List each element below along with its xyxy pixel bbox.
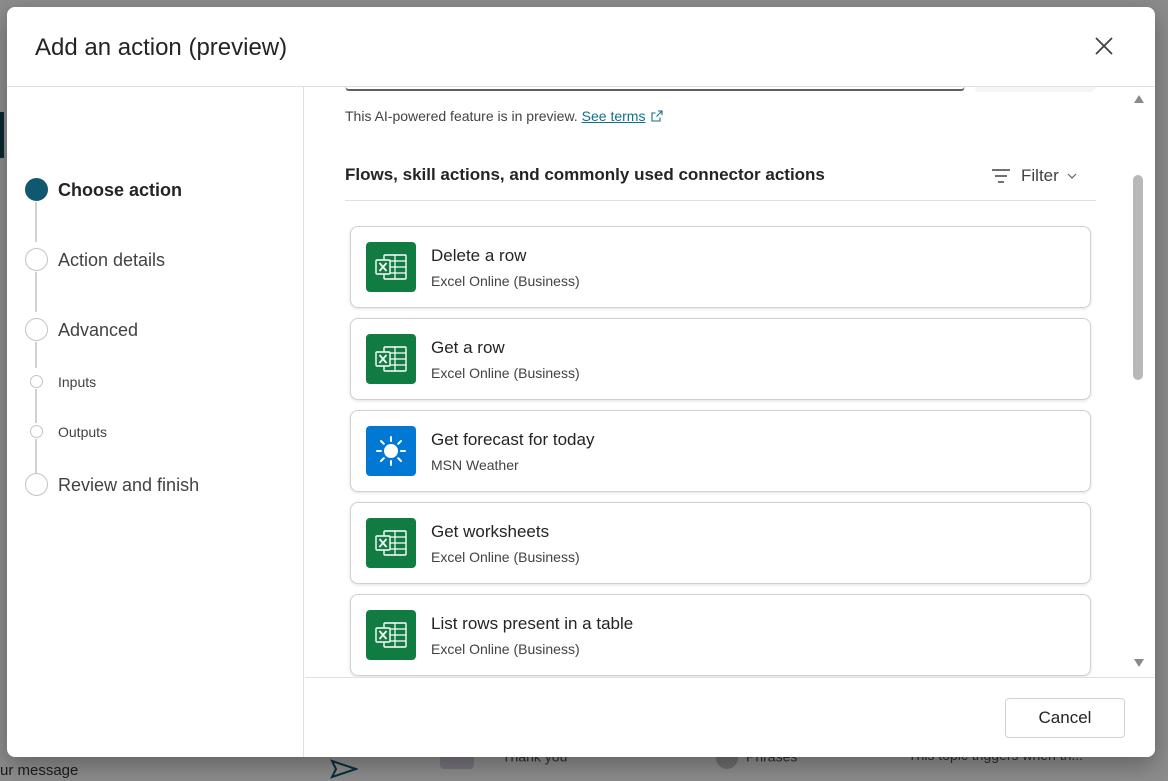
scrollbar[interactable] — [1130, 87, 1148, 672]
step-connector — [35, 439, 37, 475]
action-title: Get worksheets — [431, 522, 550, 541]
preview-note: This AI-powered feature is in preview. Se… — [345, 108, 664, 125]
step-connector — [35, 202, 37, 242]
action-connector: Excel Online (Business) — [431, 273, 580, 289]
action-title: Get a row — [431, 338, 505, 357]
excel-icon — [366, 242, 416, 292]
excel-icon — [366, 610, 416, 660]
scroll-thumb[interactable] — [1133, 175, 1143, 380]
weather-sun-icon — [366, 426, 416, 476]
step-connector — [35, 389, 37, 423]
action-connector: Excel Online (Business) — [431, 549, 580, 565]
see-terms-link[interactable]: See terms — [582, 108, 646, 124]
filter-button[interactable]: Filter — [991, 163, 1087, 189]
add-action-dialog: Add an action (preview) Choose action Ac… — [7, 7, 1155, 757]
step-indicator — [25, 318, 48, 341]
step-indicator — [25, 248, 48, 271]
section-title: Flows, skill actions, and commonly used … — [345, 165, 825, 184]
step-connector — [35, 342, 37, 368]
dialog-header: Add an action (preview) — [7, 7, 1155, 87]
step-connector — [35, 272, 37, 312]
action-connector: Excel Online (Business) — [431, 641, 580, 657]
step-indicator — [25, 473, 48, 496]
substep-outputs: Outputs — [58, 424, 108, 440]
substep-inputs: Inputs — [58, 374, 97, 390]
step-indicator-active — [25, 178, 48, 201]
dialog-footer: Cancel — [305, 677, 1155, 757]
step-action-details: Action details — [58, 250, 166, 270]
action-card[interactable]: Get forecast for today MSN Weather — [350, 410, 1091, 492]
action-title: List rows present in a table — [431, 614, 634, 633]
search-input[interactable] — [345, 87, 965, 91]
action-connector: Excel Online (Business) — [431, 365, 580, 381]
chevron-down-icon — [1067, 173, 1077, 179]
dialog-title: Add an action (preview) — [35, 34, 288, 61]
action-card[interactable]: Get worksheets Excel Online (Business) — [350, 502, 1091, 584]
action-connector: MSN Weather — [431, 457, 519, 473]
action-list-panel: This AI-powered feature is in preview. Se… — [305, 87, 1155, 677]
scroll-down-arrow-icon[interactable] — [1134, 659, 1144, 667]
close-button[interactable] — [1091, 33, 1117, 59]
cancel-button[interactable]: Cancel — [1005, 698, 1125, 738]
excel-icon — [366, 518, 416, 568]
step-advanced: Advanced — [58, 320, 139, 340]
substep-indicator — [30, 425, 43, 438]
step-review-finish: Review and finish — [58, 475, 200, 495]
action-card[interactable]: Get a row Excel Online (Business) — [350, 318, 1091, 400]
excel-icon — [366, 334, 416, 384]
action-card[interactable]: Delete a row Excel Online (Business) — [350, 226, 1091, 308]
divider — [345, 200, 1096, 201]
external-link-icon — [651, 109, 664, 125]
step-choose-action: Choose action — [58, 180, 183, 200]
search-button[interactable] — [975, 87, 1095, 92]
filter-icon — [992, 169, 1010, 183]
substep-indicator — [30, 375, 43, 388]
action-card[interactable]: List rows present in a table Excel Onlin… — [350, 594, 1091, 676]
wizard-steps: Choose action Action details Advanced In… — [7, 87, 304, 757]
scroll-up-arrow-icon[interactable] — [1134, 95, 1144, 103]
close-icon — [1095, 37, 1113, 55]
action-title: Delete a row — [431, 246, 527, 265]
action-title: Get forecast for today — [431, 430, 595, 449]
